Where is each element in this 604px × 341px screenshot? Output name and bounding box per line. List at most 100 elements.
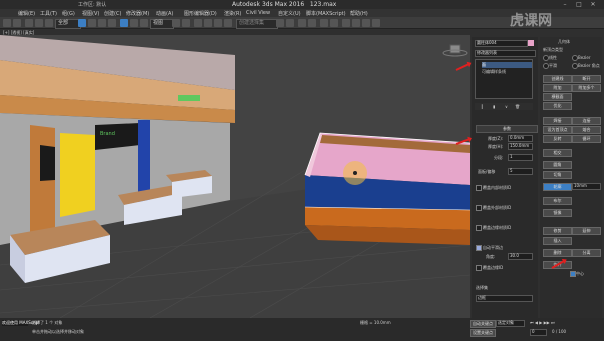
bind-space-warp-icon[interactable] bbox=[45, 19, 53, 27]
refine-button[interactable]: 优化 bbox=[543, 102, 572, 110]
cross-section-button[interactable]: 横截面 bbox=[543, 93, 572, 101]
selection-set-dropdown[interactable]: 边框 bbox=[476, 295, 533, 302]
height-spinner[interactable]: 150.0mm bbox=[508, 143, 533, 150]
object-color-swatch[interactable] bbox=[528, 40, 534, 46]
link-icon[interactable] bbox=[25, 19, 33, 27]
attach-button[interactable]: 附加 bbox=[543, 84, 572, 92]
show-end-result-icon[interactable]: ▮ bbox=[493, 104, 495, 109]
manipulate-icon[interactable] bbox=[182, 19, 190, 27]
override-inner-checkbox[interactable] bbox=[476, 185, 482, 191]
mirror-icon[interactable] bbox=[276, 19, 284, 27]
make-first-button[interactable]: 设为首顶点 bbox=[543, 126, 572, 134]
auto-key-button[interactable]: 自动关键点 bbox=[470, 320, 496, 328]
undo-icon[interactable] bbox=[3, 19, 11, 27]
menu-tools[interactable]: 工具(T) bbox=[40, 10, 57, 17]
auto-smooth-checkbox[interactable] bbox=[476, 245, 482, 251]
chamfer-button[interactable]: 切角 bbox=[543, 171, 572, 179]
detach-button[interactable]: 分离 bbox=[572, 249, 601, 257]
window-crossing-icon[interactable] bbox=[108, 19, 116, 27]
snap-toggle-icon[interactable] bbox=[194, 19, 202, 27]
modifier-list-dropdown[interactable]: 修改器列表 bbox=[475, 50, 536, 57]
named-selection-set-input[interactable]: 创建选择集 bbox=[236, 19, 278, 29]
override-edge-id-checkbox[interactable] bbox=[476, 265, 482, 271]
rectangular-selection-icon[interactable] bbox=[98, 19, 106, 27]
menu-graph-editors[interactable]: 图形编辑器(D) bbox=[184, 10, 217, 17]
menu-views[interactable]: 视图(V) bbox=[82, 10, 99, 17]
params-rollout-header[interactable]: 参数 bbox=[476, 125, 538, 133]
minimize-button[interactable]: – bbox=[560, 1, 570, 8]
menu-edit[interactable]: 编辑(E) bbox=[18, 10, 35, 17]
outline-button[interactable]: 轮廓 bbox=[543, 183, 572, 191]
outline-spinner[interactable]: 10mm bbox=[572, 183, 601, 190]
delete-button[interactable]: 删除 bbox=[543, 249, 572, 257]
select-move-icon[interactable] bbox=[120, 19, 128, 27]
object-name-field[interactable]: 圆柱体004 bbox=[475, 40, 528, 47]
menu-civil-view[interactable]: Civil View bbox=[246, 10, 270, 16]
select-scale-icon[interactable] bbox=[140, 19, 148, 27]
render-setup-icon[interactable] bbox=[352, 19, 360, 27]
create-line-button[interactable]: 创建线 bbox=[543, 75, 572, 83]
set-key-button[interactable]: 设置关键点 bbox=[470, 329, 496, 337]
pivot-center-icon[interactable] bbox=[172, 19, 180, 27]
menu-group[interactable]: 组(G) bbox=[62, 10, 75, 17]
redo-icon[interactable] bbox=[13, 19, 21, 27]
play-controls[interactable]: ⏮ ◀ ▶ ▶▶ ⏭ bbox=[530, 320, 555, 325]
material-editor-icon[interactable] bbox=[342, 19, 350, 27]
stack-item-editable-spline[interactable]: 可编辑样条线 bbox=[482, 69, 506, 75]
menu-customize[interactable]: 自定义(U) bbox=[278, 10, 301, 17]
render-frame-icon[interactable] bbox=[362, 19, 370, 27]
unlink-icon[interactable] bbox=[35, 19, 43, 27]
cap-label: 面板/偏移 bbox=[478, 169, 496, 174]
weld-button[interactable]: 焊接 bbox=[543, 117, 572, 125]
workspace-selector[interactable]: 工作区: 默认 bbox=[78, 1, 106, 8]
menu-rendering[interactable]: 渲染(R) bbox=[224, 10, 241, 17]
stack-item-face[interactable]: 面 bbox=[482, 62, 532, 68]
graphite-ribbon-icon[interactable] bbox=[308, 19, 316, 27]
extend-button[interactable]: 延伸 bbox=[572, 227, 601, 235]
key-filter-dropdown[interactable]: 选定对象 bbox=[496, 320, 525, 327]
make-unique-icon[interactable]: ∨ bbox=[505, 104, 508, 109]
trim-button[interactable]: 修剪 bbox=[543, 227, 572, 235]
cycle-button[interactable]: 循环 bbox=[572, 135, 601, 143]
select-rotate-icon[interactable] bbox=[130, 19, 138, 27]
menu-create[interactable]: 创建(C) bbox=[104, 10, 121, 17]
insert-button[interactable]: 插入 bbox=[543, 237, 572, 245]
override-edge-checkbox[interactable] bbox=[476, 225, 482, 231]
curve-editor-icon[interactable] bbox=[320, 19, 328, 27]
cap-spinner[interactable]: 5 bbox=[508, 168, 533, 175]
fuse-button[interactable]: 熔合 bbox=[572, 126, 601, 134]
layer-manager-icon[interactable] bbox=[298, 19, 306, 27]
mirror-button[interactable]: 镜像 bbox=[543, 209, 572, 217]
pin-stack-icon[interactable]: ┃ bbox=[481, 104, 483, 109]
reverse-button[interactable]: 反转 bbox=[543, 135, 572, 143]
select-by-name-icon[interactable] bbox=[88, 19, 96, 27]
menu-maxscript[interactable]: 脚本(MAXScript) bbox=[306, 10, 346, 17]
perspective-viewport[interactable]: Brand bbox=[0, 35, 470, 318]
close-button[interactable]: ✕ bbox=[588, 1, 598, 8]
spinner-snap-icon[interactable] bbox=[224, 19, 232, 27]
override-outer-checkbox[interactable] bbox=[476, 205, 482, 211]
connect-button[interactable]: 连接 bbox=[572, 117, 601, 125]
menu-animation[interactable]: 动画(A) bbox=[156, 10, 173, 17]
align-icon[interactable] bbox=[286, 19, 294, 27]
percent-snap-icon[interactable] bbox=[214, 19, 222, 27]
select-object-icon[interactable] bbox=[78, 19, 86, 27]
break-button[interactable]: 断开 bbox=[572, 75, 601, 83]
boolean-button[interactable]: 布尔 bbox=[543, 197, 572, 205]
attach-multiple-button[interactable]: 附加多个 bbox=[572, 84, 601, 92]
remove-modifier-icon[interactable]: 🗑 bbox=[515, 104, 520, 109]
maximize-button[interactable]: □ bbox=[574, 1, 584, 8]
thickness-spinner[interactable]: 0.0mm bbox=[508, 135, 533, 142]
schematic-view-icon[interactable] bbox=[330, 19, 338, 27]
reference-coordinate-dropdown[interactable]: 视图 bbox=[150, 19, 174, 29]
current-frame-field[interactable]: 0 bbox=[530, 329, 547, 336]
angle-snap-icon[interactable] bbox=[204, 19, 212, 27]
render-production-icon[interactable] bbox=[372, 19, 380, 27]
fillet-button[interactable]: 圆角 bbox=[543, 161, 572, 169]
crossinsert-button[interactable]: 相交 bbox=[543, 149, 572, 157]
menu-help[interactable]: 帮助(H) bbox=[350, 10, 368, 17]
segments-spinner[interactable]: 1 bbox=[508, 154, 533, 161]
maxscript-listener[interactable]: 欢迎使用 MAXScript bbox=[2, 320, 40, 326]
smooth-angle-spinner[interactable]: 30.0 bbox=[508, 253, 533, 260]
menu-modifiers[interactable]: 修改器(M) bbox=[126, 10, 149, 17]
